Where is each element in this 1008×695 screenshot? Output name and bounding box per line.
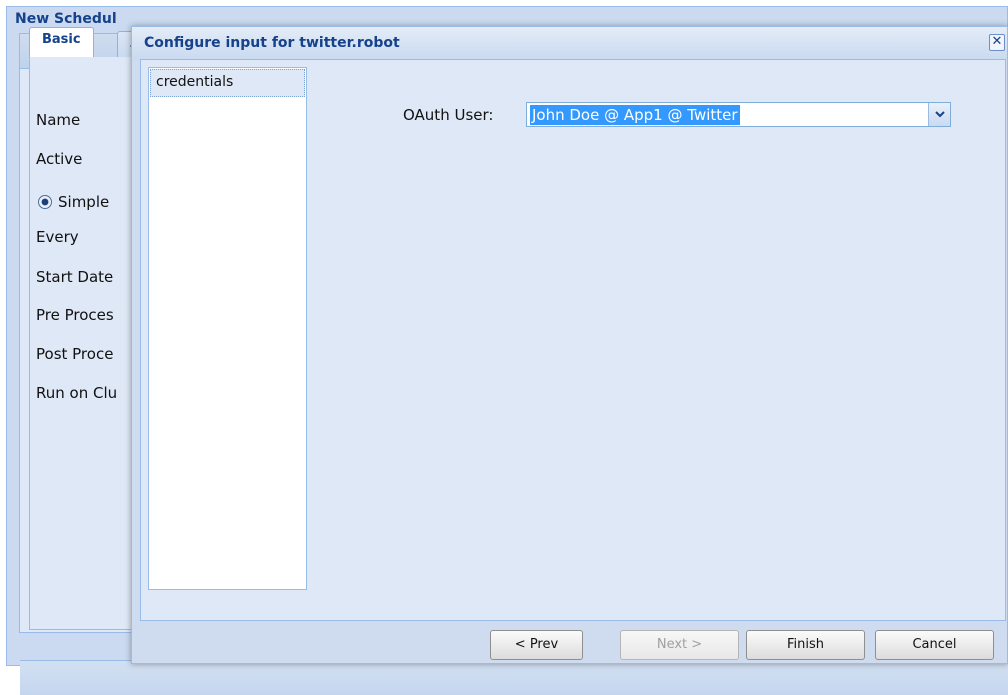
tab-basic[interactable]: Basic — [29, 27, 94, 57]
label-simple: Simple — [58, 193, 110, 211]
dialog-header: Configure input for twitter.robot ✕ — [132, 27, 1007, 59]
list-item-credentials[interactable]: credentials — [150, 69, 305, 97]
dropdown-trigger[interactable] — [928, 103, 950, 126]
label-every: Every — [36, 228, 79, 246]
dialog-footer: < Prev Next > Finish Cancel — [132, 621, 1007, 665]
chevron-down-icon — [935, 111, 945, 118]
oauth-user-combobox[interactable]: John Doe @ App1 @ Twitter — [526, 102, 951, 127]
prev-button[interactable]: < Prev — [490, 630, 583, 660]
radio-icon[interactable] — [38, 195, 52, 209]
finish-button[interactable]: Finish — [746, 630, 865, 660]
configure-input-dialog: Configure input for twitter.robot ✕ cred… — [131, 26, 1008, 664]
label-active: Active — [36, 150, 83, 168]
label-start-date: Start Date — [36, 268, 114, 286]
oauth-user-value[interactable]: John Doe @ App1 @ Twitter — [530, 105, 740, 125]
oauth-user-label: OAuth User: — [403, 106, 494, 124]
step-list: credentials — [148, 67, 307, 590]
label-name: Name — [36, 111, 81, 129]
label-run-on-cluster: Run on Clu — [36, 384, 118, 402]
next-button[interactable]: Next > — [620, 630, 739, 660]
cancel-button[interactable]: Cancel — [875, 630, 994, 660]
dialog-body: credentials OAuth User: John Doe @ App1 … — [140, 59, 1006, 621]
label-pre-process: Pre Proces — [36, 306, 114, 324]
dialog-title: Configure input for twitter.robot — [144, 35, 400, 51]
close-icon[interactable]: ✕ — [989, 34, 1005, 51]
label-post-process: Post Proce — [36, 345, 114, 363]
background-window-title: New Schedul — [15, 11, 117, 27]
background-window-footer — [20, 660, 1008, 695]
